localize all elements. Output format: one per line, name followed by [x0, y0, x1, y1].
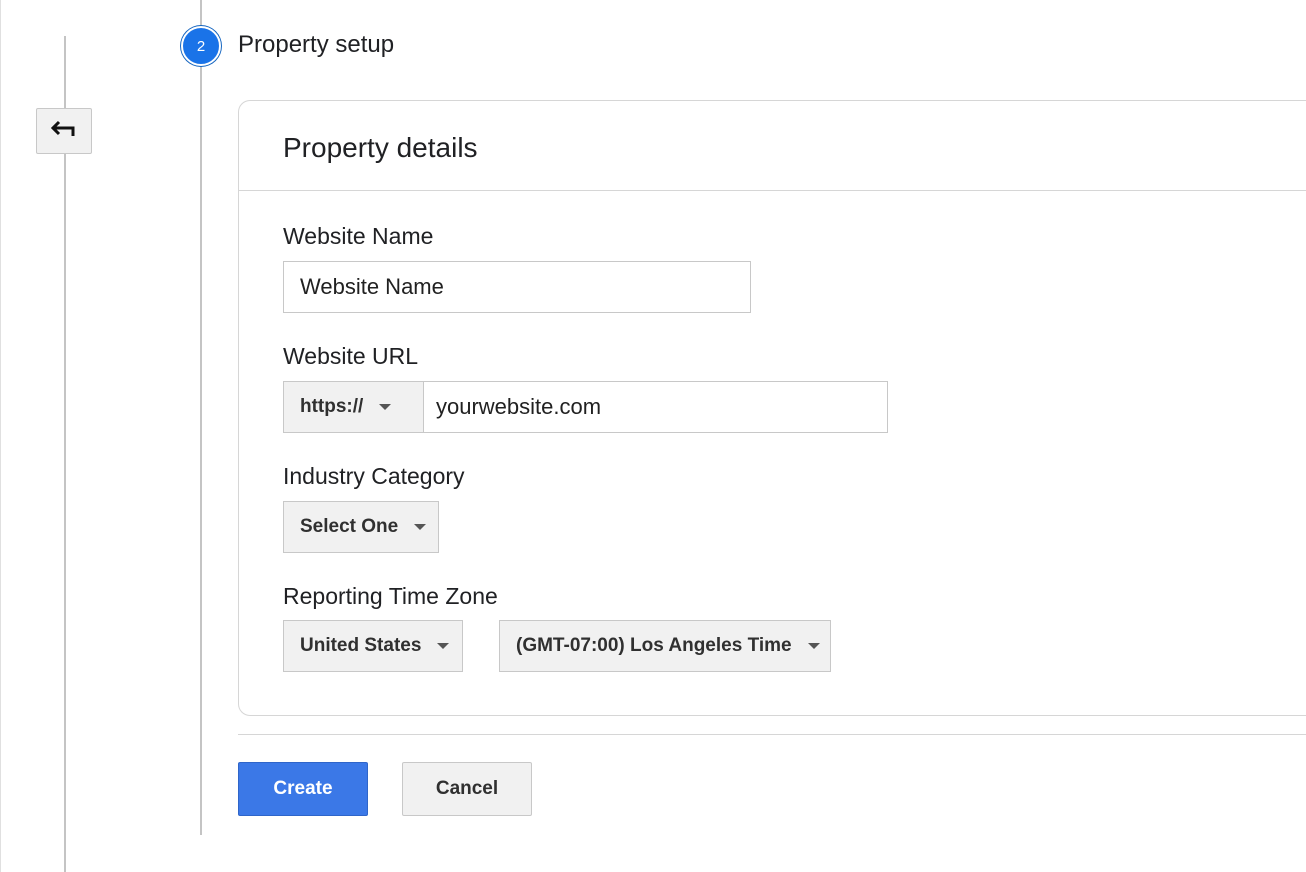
step-title: Property setup [238, 31, 395, 58]
time-zone-country-select[interactable]: United States [283, 620, 463, 672]
back-button[interactable] [36, 108, 92, 154]
chevron-down-icon [414, 524, 427, 530]
step-number-badge: 2 [181, 26, 221, 66]
time-zone-country-value: United States [300, 635, 422, 656]
footer-divider [238, 734, 1306, 735]
chevron-down-icon [807, 643, 820, 649]
website-name-label: Website Name [283, 223, 434, 249]
chevron-down-icon [437, 643, 450, 649]
protocol-select[interactable]: https:// [283, 381, 424, 433]
back-arrow-icon [50, 119, 77, 144]
left-edge-line [0, 0, 1, 872]
protocol-value: https:// [300, 396, 364, 417]
card-title: Property details [283, 132, 478, 163]
website-url-input[interactable] [423, 381, 888, 433]
create-button[interactable]: Create [238, 762, 368, 816]
chevron-down-icon [379, 404, 392, 410]
industry-category-select[interactable]: Select One [283, 501, 439, 553]
cancel-button[interactable]: Cancel [402, 762, 532, 816]
time-zone-select[interactable]: (GMT-07:00) Los Angeles Time [499, 620, 831, 672]
outer-rail [64, 36, 66, 872]
website-name-input[interactable] [283, 261, 751, 313]
step-rail [200, 0, 202, 835]
card-header-divider [239, 190, 1306, 191]
industry-category-label: Industry Category [283, 463, 465, 489]
industry-category-value: Select One [300, 516, 399, 537]
property-details-card: Property details Website Name Website UR… [238, 100, 1306, 716]
website-url-label: Website URL [283, 343, 419, 369]
time-zone-value: (GMT-07:00) Los Angeles Time [516, 635, 792, 656]
time-zone-label: Reporting Time Zone [283, 583, 498, 609]
